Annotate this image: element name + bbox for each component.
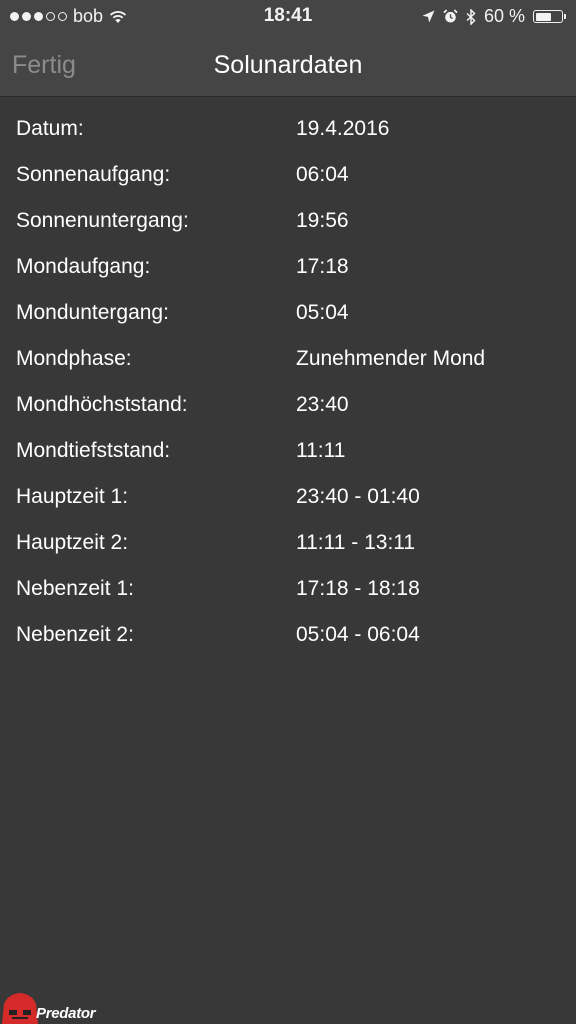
row-label: Mondtiefststand:: [16, 439, 171, 462]
list-item-moonset: Monduntergang: 05:04: [0, 297, 576, 343]
row-value: 19.4.2016: [296, 117, 390, 140]
row-value: 23:40 - 01:40: [296, 485, 420, 508]
row-value: 11:11: [296, 439, 346, 462]
row-value: 05:04: [296, 301, 349, 324]
list-item-date: Datum: 19.4.2016: [0, 113, 576, 159]
battery-percentage: 60 %: [483, 6, 525, 26]
list-item-sunset: Sonnenuntergang: 19:56: [0, 205, 576, 251]
predator-logo: Predator: [0, 990, 170, 1024]
row-label: Mondphase:: [16, 347, 132, 370]
list-item-moon-transit: Mondhöchststand: 23:40: [0, 389, 576, 435]
row-value: 17:18 - 18:18: [296, 577, 420, 600]
list-item-major-period-1: Hauptzeit 1: 23:40 - 01:40: [0, 481, 576, 527]
battery-icon: [533, 10, 566, 23]
row-value: 23:40: [296, 393, 349, 416]
row-label: Sonnenuntergang:: [16, 209, 189, 232]
row-value: 19:56: [296, 209, 349, 232]
row-value: 05:04 - 06:04: [296, 623, 420, 646]
list-item-sunrise: Sonnenaufgang: 06:04: [0, 159, 576, 205]
status-right: 60 %: [422, 6, 566, 27]
row-label: Hauptzeit 2:: [16, 531, 129, 554]
row-label: Monduntergang:: [16, 301, 169, 324]
row-label: Sonnenaufgang:: [16, 163, 171, 186]
navigation-bar: Fertig Solunardaten: [0, 32, 576, 97]
row-label: Mondaufgang:: [16, 255, 151, 278]
row-value: Zunehmender Mond: [296, 347, 486, 370]
row-value: 17:18: [296, 255, 349, 278]
list-item-minor-period-1: Nebenzeit 1: 17:18 - 18:18: [0, 573, 576, 619]
row-label: Nebenzeit 2:: [16, 623, 134, 646]
row-label: Hauptzeit 1:: [16, 485, 129, 508]
row-value: 06:04: [296, 163, 349, 186]
logo-text: Predator: [36, 1005, 96, 1022]
row-label: Mondhöchststand:: [16, 393, 188, 416]
bluetooth-icon: [466, 8, 476, 25]
location-arrow-icon: [422, 10, 435, 23]
predator-mask-icon: [2, 993, 38, 1024]
row-label: Datum:: [16, 117, 84, 140]
list-item-major-period-2: Hauptzeit 2: 11:11 - 13:11: [0, 527, 576, 573]
solunar-data-list: Datum: 19.4.2016 Sonnenaufgang: 06:04 So…: [0, 113, 576, 665]
row-value: 11:11 - 13:11: [296, 531, 416, 554]
page-title: Solunardaten: [213, 51, 363, 79]
list-item-minor-period-2: Nebenzeit 2: 05:04 - 06:04: [0, 619, 576, 665]
alarm-clock-icon: [443, 9, 458, 23]
status-bar: bob 18:41 60 %: [0, 0, 576, 32]
row-label: Nebenzeit 1:: [16, 577, 134, 600]
list-item-moonrise: Mondaufgang: 17:18: [0, 251, 576, 297]
list-item-moon-phase: Mondphase: Zunehmender Mond: [0, 343, 576, 389]
list-item-moon-underfoot: Mondtiefststand: 11:11: [0, 435, 576, 481]
